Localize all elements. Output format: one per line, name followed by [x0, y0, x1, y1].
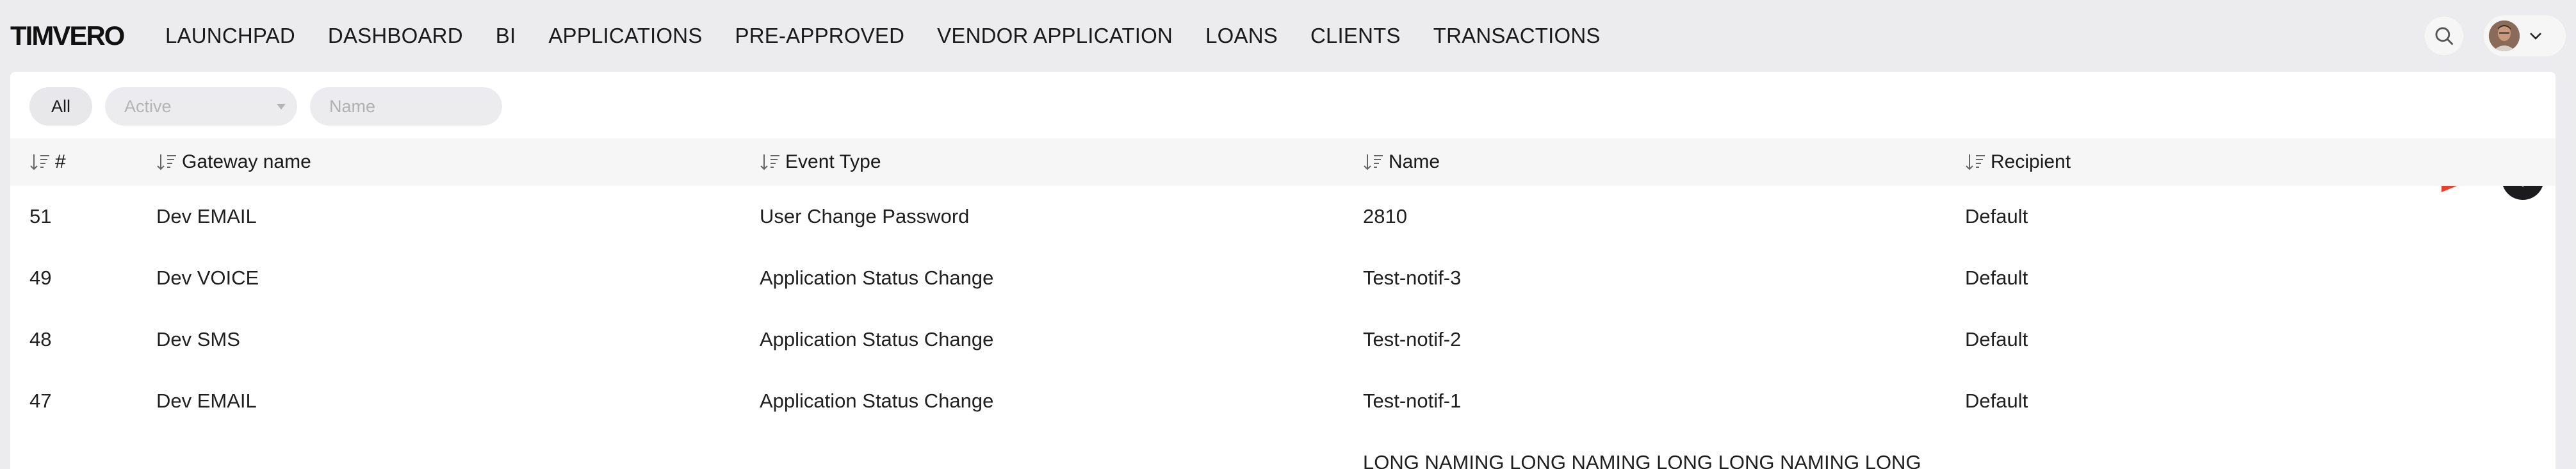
nav-item-transactions[interactable]: TRANSACTIONS — [1433, 24, 1601, 48]
cell-name: Test-notif-2 — [1363, 328, 1462, 350]
search-icon — [2435, 27, 2454, 45]
cell-id: 47 — [29, 390, 52, 412]
column-header-label: Recipient — [1991, 151, 2071, 172]
sort-icon — [1364, 154, 1383, 170]
nav-item-applications[interactable]: APPLICATIONS — [548, 24, 702, 48]
column-header-gateway-name[interactable]: Gateway name — [156, 138, 311, 186]
main-nav: LAUNCHPAD DASHBOARD BI APPLICATIONS PRE-… — [165, 0, 1633, 72]
cell-gateway-name: Dev VOICE — [156, 267, 259, 289]
cell-name: 2810 — [1363, 205, 1407, 227]
sort-icon — [30, 154, 49, 170]
column-header-label: Event Type — [785, 151, 881, 172]
cell-id: 49 — [29, 267, 52, 289]
chevron-down-icon — [2530, 33, 2541, 40]
column-header-recipient[interactable]: Recipient — [1965, 138, 2071, 186]
cell-name: LONG NAMING LONG NAMING LONG LONG NAMING… — [1363, 451, 1921, 469]
column-header-label: Name — [1389, 151, 1440, 172]
top-navigation-bar: TIMVERO LAUNCHPAD DASHBOARD BI APPLICATI… — [0, 0, 2576, 72]
nav-item-dashboard[interactable]: DASHBOARD — [328, 24, 463, 48]
avatar — [2489, 21, 2520, 51]
cell-recipient: Default — [1965, 205, 2028, 227]
cell-event-type: Application Status Change — [760, 328, 994, 350]
column-header-label: # — [55, 151, 66, 172]
nav-item-launchpad[interactable]: LAUNCHPAD — [165, 24, 295, 48]
cell-id: 48 — [29, 328, 52, 350]
filter-all-button[interactable]: All — [29, 87, 93, 126]
cell-event-type: Application Status Change — [760, 267, 994, 289]
user-menu-button[interactable] — [2484, 15, 2566, 56]
sort-icon — [1966, 154, 1985, 170]
cell-recipient: Default — [1965, 390, 2028, 412]
column-header-event-type[interactable]: Event Type — [760, 138, 881, 186]
cell-gateway-name: Dev SMS — [156, 328, 240, 350]
nav-item-bi[interactable]: BI — [496, 24, 516, 48]
cell-gateway-name: Dev EMAIL — [156, 390, 257, 412]
cell-recipient: Default — [1965, 328, 2028, 350]
column-header-id[interactable]: # — [29, 138, 66, 186]
sort-icon — [760, 154, 779, 170]
table-row[interactable]: 47 Dev EMAIL Application Status Change T… — [10, 370, 2556, 432]
column-header-label: Gateway name — [182, 151, 311, 172]
app-logo[interactable]: TIMVERO — [10, 22, 125, 49]
cell-id: 51 — [29, 205, 52, 227]
table-row[interactable]: 51 Dev EMAIL User Change Password 2810 D… — [10, 186, 2556, 247]
cell-gateway-name: Dev EMAIL — [156, 205, 257, 227]
nav-item-pre-approved[interactable]: PRE-APPROVED — [735, 24, 905, 48]
filter-bar: All Active — [29, 87, 503, 126]
column-header-name[interactable]: Name — [1363, 138, 1440, 186]
table-row[interactable]: LONG NAMING LONG NAMING LONG LONG NAMING… — [10, 448, 2556, 469]
status-select-value: Active — [124, 96, 172, 116]
status-select[interactable]: Active — [105, 87, 298, 126]
caret-down-icon — [277, 104, 286, 110]
cell-name: Test-notif-1 — [1363, 390, 1462, 412]
search-button[interactable] — [2425, 17, 2463, 55]
table-header: # Gateway name Event Type Name Recipient — [10, 138, 2556, 186]
sort-icon — [157, 154, 176, 170]
cell-event-type: Application Status Change — [760, 390, 994, 412]
cell-recipient: Default — [1965, 267, 2028, 289]
table-row[interactable]: 49 Dev VOICE Application Status Change T… — [10, 247, 2556, 309]
name-filter-input[interactable] — [310, 87, 503, 126]
nav-item-vendor-application[interactable]: VENDOR APPLICATION — [937, 24, 1173, 48]
nav-item-clients[interactable]: CLIENTS — [1310, 24, 1401, 48]
cell-name: Test-notif-3 — [1363, 267, 1462, 289]
nav-item-loans[interactable]: LOANS — [1205, 24, 1278, 48]
table-row[interactable]: 48 Dev SMS Application Status Change Tes… — [10, 309, 2556, 370]
cell-event-type: User Change Password — [760, 205, 970, 227]
